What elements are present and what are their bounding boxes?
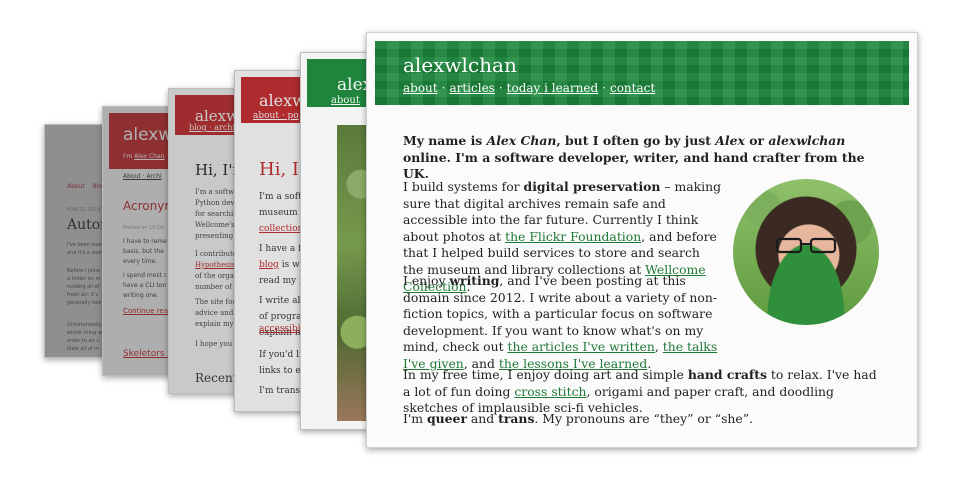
para-bold: queer	[427, 411, 467, 426]
card2-next-post-title[interactable]: Skeletors A	[123, 349, 174, 359]
intro-text: , but I often go by just	[556, 133, 716, 148]
card1-meta: MAR 01 2019	[67, 207, 101, 213]
cross-stitch-link[interactable]: cross stitch	[514, 384, 586, 399]
site-logo[interactable]: alexwlchan	[403, 53, 517, 77]
card3-nav[interactable]: blog · archiv	[189, 123, 240, 132]
para-text: . My pronouns are “they” or “she”.	[534, 411, 754, 426]
nav-separator: ·	[441, 81, 446, 95]
card2-subtitle: I'm Alex Chan	[123, 153, 164, 160]
para-bold: hand crafts	[687, 367, 767, 382]
site-nav: about · articles · today i learned · contact	[403, 81, 655, 95]
intro-text: online. I'm a software developer, writer…	[403, 149, 865, 182]
nav-separator: ·	[602, 81, 606, 95]
para-text: I'm	[403, 411, 427, 426]
intro-name: Alex Chan	[486, 133, 557, 148]
card2-sub-link[interactable]: Alex Chan	[134, 153, 164, 160]
nav-about[interactable]: about	[403, 81, 438, 95]
card5-nav[interactable]: about	[331, 95, 360, 106]
card1-nav-about[interactable]: About	[67, 183, 85, 190]
nav-contact[interactable]: contact	[610, 81, 655, 95]
card2-sub-prefix: I'm	[123, 153, 133, 160]
nav-articles[interactable]: articles	[449, 81, 494, 95]
flickr-foundation-link[interactable]: the Flickr Foundation	[505, 229, 641, 244]
writing-paragraph: I enjoy writing, and I've been posting a…	[403, 273, 723, 373]
para-text: I build systems for	[403, 179, 524, 194]
card2-nav[interactable]: About · Archi	[123, 173, 162, 180]
para-text: In my free time, I enjoy doing art and s…	[403, 367, 688, 382]
para-text: and	[466, 411, 499, 426]
card4-blog-link[interactable]: blog	[259, 260, 279, 270]
screenshot-card-main: alexwlchan about · articles · today i learne…	[366, 32, 918, 448]
para-bold: writing	[449, 273, 500, 288]
nav-til[interactable]: today i learned	[507, 81, 598, 95]
para-bold: trans	[498, 411, 535, 426]
card2-continue-link[interactable]: Continue rea	[123, 307, 168, 315]
para-text: ,	[654, 339, 663, 355]
identity-paragraph: I'm queer and trans. My pronouns are “th…	[403, 411, 883, 428]
crafts-paragraph: In my free time, I enjoy doing art and s…	[403, 367, 883, 417]
intro-alex: Alex	[715, 133, 745, 148]
para-text: I enjoy	[403, 273, 450, 288]
intro-paragraph: My name is Alex Chan, but I often go by …	[403, 133, 883, 183]
articles-link[interactable]: the articles I've written	[508, 339, 655, 354]
intro-handle: alexwlchan	[768, 133, 846, 148]
card4-nav[interactable]: about · po	[253, 111, 299, 121]
para-bold: digital preservation	[523, 179, 661, 194]
site-header: alexwlchan about · articles · today i learne…	[375, 41, 909, 105]
nav-separator: ·	[498, 81, 503, 95]
intro-text: or	[744, 133, 769, 148]
intro-text: My name is	[403, 133, 487, 148]
glasses-drawing	[775, 237, 837, 254]
card2-post-meta: Posted on 10 De	[123, 225, 164, 231]
